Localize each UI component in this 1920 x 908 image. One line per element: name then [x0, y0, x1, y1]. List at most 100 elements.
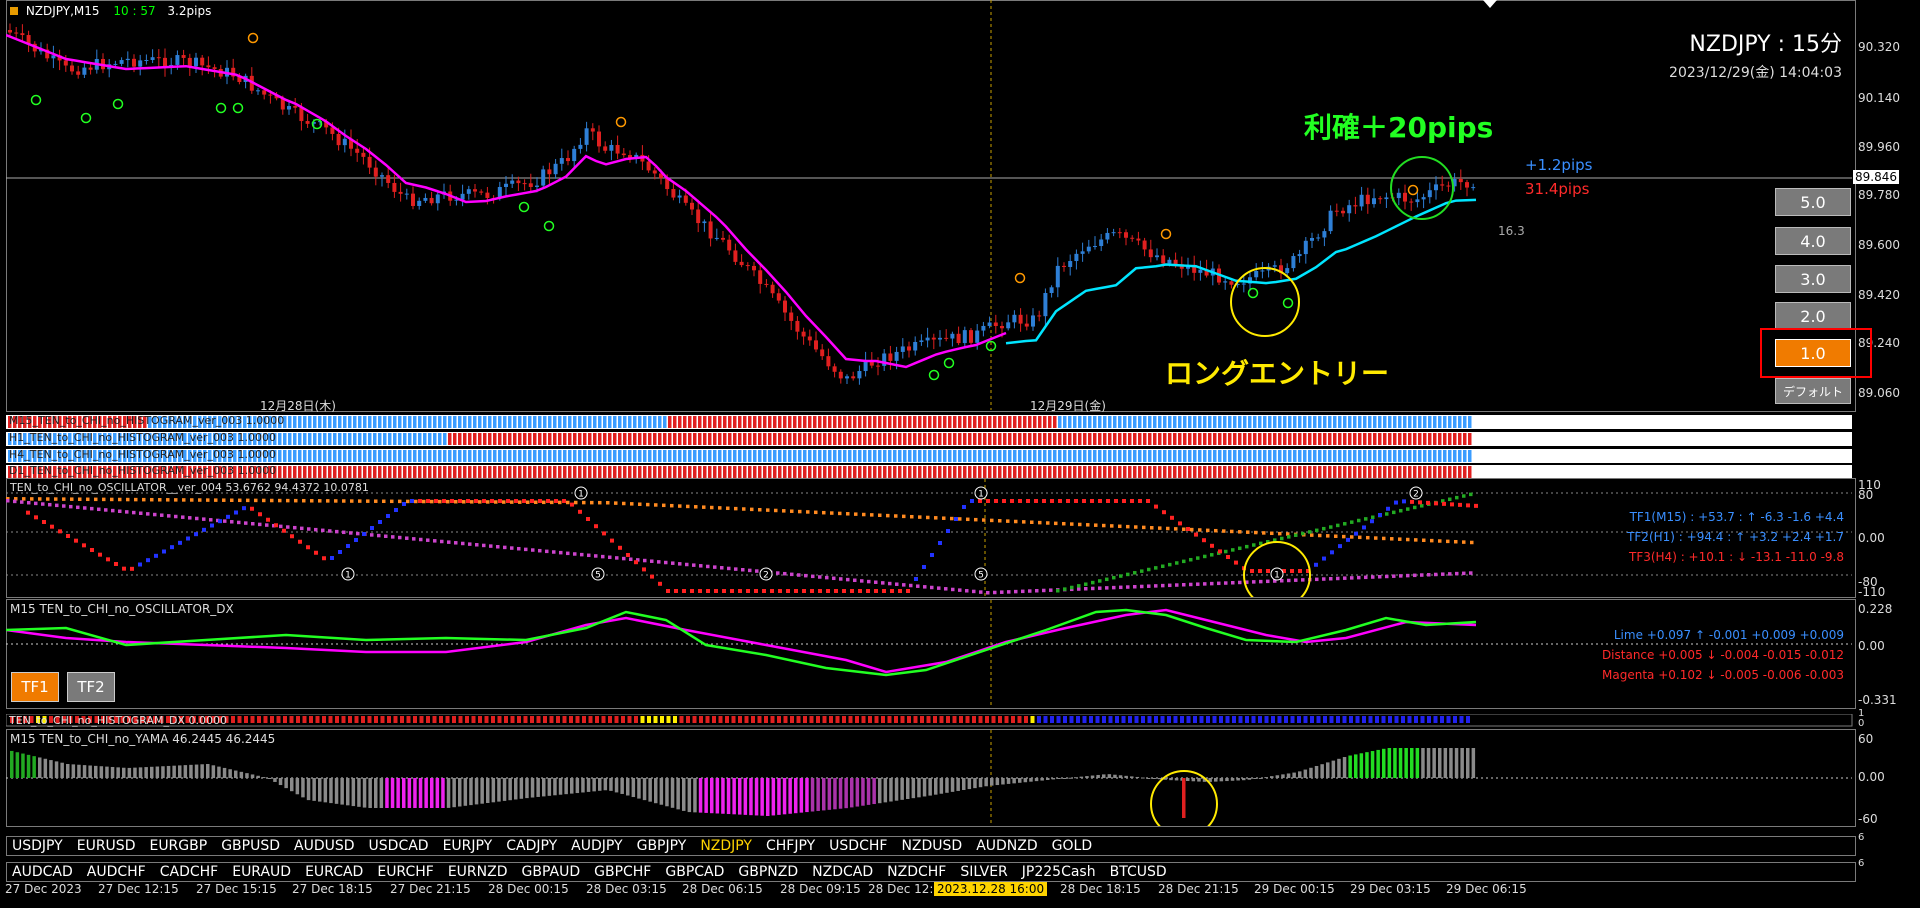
histogram-bar	[908, 416, 912, 428]
histogram-dx-bar	[1368, 716, 1373, 723]
osc-tf2-green-dot	[1315, 528, 1319, 533]
yama-bar	[514, 778, 518, 800]
symbol-button-eurnzd[interactable]: EURNZD	[448, 864, 508, 880]
histogram-bar	[1303, 450, 1307, 462]
osc-tf2-green-dot	[1406, 507, 1410, 511]
histogram-bar	[1458, 433, 1462, 445]
histogram-bar	[563, 466, 567, 478]
osc-tf1-dot	[1130, 499, 1134, 503]
lot-button-4[interactable]: 4.0	[1775, 227, 1851, 255]
osc-tf2-green-dot	[1098, 579, 1102, 583]
symbol-button-audusd[interactable]: AUDUSD	[294, 838, 355, 854]
histogram-bar	[1323, 433, 1327, 445]
histogram-bar	[968, 450, 972, 462]
yama-bar	[122, 767, 126, 778]
osc-tf3-dot	[894, 514, 898, 518]
symbol-button-cadchf[interactable]: CADCHF	[160, 864, 219, 880]
osc-tf1-dot	[330, 556, 334, 560]
osc-tf2-dot	[643, 558, 647, 563]
yama-bar	[178, 765, 182, 778]
histogram-bar	[1068, 466, 1072, 478]
symbol-button-btcusd[interactable]: BTCUSD	[1110, 864, 1167, 880]
symbol-button-nzdusd[interactable]: NZDUSD	[901, 838, 962, 854]
yama-bar	[256, 775, 260, 778]
candle-body	[578, 144, 583, 149]
symbol-button-nzdchf[interactable]: NZDCHF	[887, 864, 946, 880]
histogram-dx-bar	[1017, 716, 1022, 723]
symbol-button-gold[interactable]: GOLD	[1052, 838, 1092, 854]
symbol-button-gbpjpy[interactable]: GBPJPY	[637, 838, 687, 854]
symbol-button-eurchf[interactable]: EURCHF	[377, 864, 433, 880]
symbol-button-gbpcad[interactable]: GBPCAD	[665, 864, 724, 880]
symbol-button-usdjpy[interactable]: USDJPY	[12, 838, 63, 854]
symbol-button-usdcad[interactable]: USDCAD	[369, 838, 429, 854]
symbol-button-usdchf[interactable]: USDCHF	[829, 838, 887, 854]
symbol-button-cadjpy[interactable]: CADJPY	[506, 838, 557, 854]
symbol-button-audnzd[interactable]: AUDNZD	[976, 838, 1037, 854]
osc-tf1-dot	[874, 589, 878, 593]
symbol-button-eurusd[interactable]: EURUSD	[77, 838, 136, 854]
oscillator-title: TEN_to_CHI_no_OSCILLATOR__ver_004 53.676…	[10, 481, 369, 494]
histogram-bar	[1148, 450, 1152, 462]
yama-bar	[1023, 778, 1028, 783]
symbol-button-jp225cash[interactable]: JP225Cash	[1022, 864, 1096, 880]
osc-tf2-dot	[377, 533, 381, 538]
symbol-button-gbpusd[interactable]: GBPUSD	[221, 838, 280, 854]
histogram-bar	[688, 416, 692, 428]
histogram-bar	[638, 450, 642, 462]
candle-body	[795, 320, 800, 332]
symbol-button-audcad[interactable]: AUDCAD	[12, 864, 73, 880]
histogram-bar	[1378, 416, 1382, 428]
histogram-bar	[293, 450, 297, 462]
tf2-button[interactable]: TF2	[67, 672, 115, 702]
chart-shift-marker-icon[interactable]	[1483, 0, 1497, 8]
osc-tf2-dot	[867, 579, 871, 584]
symbol-button-eurgbp[interactable]: EURGBP	[149, 838, 207, 854]
osc-tf2-green-dot	[1189, 557, 1193, 562]
yama-bar	[1410, 748, 1414, 778]
symbol-button-gbpnzd[interactable]: GBPNZD	[738, 864, 798, 880]
symbol-button-chfjpy[interactable]: CHFJPY	[766, 838, 815, 854]
symbol-button-audjpy[interactable]: AUDJPY	[571, 838, 622, 854]
price-chart[interactable]	[6, 0, 1856, 410]
osc-tf3-dot	[1438, 539, 1442, 543]
candle-body	[479, 191, 484, 193]
histogram-bar	[348, 466, 352, 478]
lot-button-3[interactable]: 3.0	[1775, 265, 1851, 293]
histogram-bar	[1103, 433, 1107, 445]
symbol-button-euraud[interactable]: EURAUD	[232, 864, 291, 880]
lot-button-5[interactable]: 5.0	[1775, 188, 1851, 216]
lot-button-2[interactable]: 2.0	[1775, 302, 1851, 330]
symbol-button-nzdjpy[interactable]: NZDJPY	[700, 838, 752, 854]
histogram-bar	[1098, 416, 1102, 428]
osc-tf1-dot	[466, 499, 470, 503]
symbol-button-eurcad[interactable]: EURCAD	[305, 864, 363, 880]
histogram-dx-bar	[452, 716, 456, 723]
histogram-bar	[593, 416, 597, 428]
histogram-dx-bar	[783, 716, 788, 723]
symbol-button-audchf[interactable]: AUDCHF	[87, 864, 146, 880]
osc-tf3-dot	[614, 501, 618, 505]
histogram-bar	[958, 433, 962, 445]
histogram-bar	[1353, 433, 1357, 445]
symbol-button-eurjpy[interactable]: EURJPY	[443, 838, 493, 854]
histogram-bar	[1443, 466, 1447, 478]
histogram-bar	[1018, 433, 1022, 445]
candle-body	[776, 293, 781, 301]
symbol-button-silver[interactable]: SILVER	[960, 864, 1007, 880]
symbol-button-nzdcad[interactable]: NZDCAD	[812, 864, 873, 880]
symbol-button-gbpaud[interactable]: GBPAUD	[522, 864, 581, 880]
histogram-bar	[1063, 450, 1067, 462]
osc-tf2-dot	[902, 583, 906, 587]
histogram-bar	[713, 450, 717, 462]
histogram-bar	[473, 433, 477, 445]
histogram-bar	[813, 450, 817, 462]
osc-tf1-dot	[1122, 499, 1126, 503]
yama-bar	[441, 778, 445, 808]
tf1-button[interactable]: TF1	[11, 672, 59, 702]
default-button[interactable]: デフォルト	[1775, 378, 1851, 404]
yama-bar	[1242, 778, 1246, 781]
histogram-bar	[1253, 433, 1257, 445]
histogram-bar	[483, 416, 487, 428]
symbol-button-gbpchf[interactable]: GBPCHF	[594, 864, 651, 880]
